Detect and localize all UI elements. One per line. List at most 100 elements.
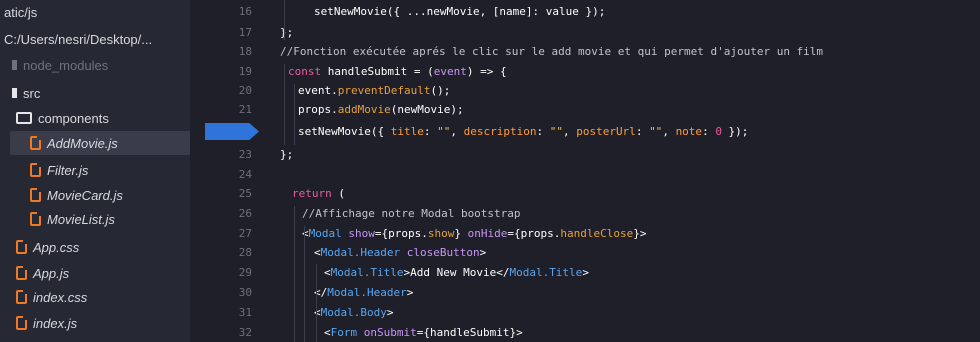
line-number: 31 <box>238 306 252 319</box>
code-token: 0 <box>715 125 722 138</box>
sidebar-item-label: App.css <box>33 239 80 255</box>
sidebar-item[interactable]: src <box>0 81 190 105</box>
line-number: 29 <box>238 266 252 279</box>
indent-guide <box>316 264 317 342</box>
code-line[interactable]: //Fonction exécutée aprés le clic sur le… <box>280 42 823 61</box>
folder-collapse-icon <box>12 60 17 70</box>
indent-guide <box>284 64 285 145</box>
code-line[interactable]: event.preventDefault(); <box>298 81 450 100</box>
sidebar-item[interactable]: components <box>0 106 190 130</box>
code-token: onSubmit <box>363 326 417 339</box>
code-line[interactable]: }; <box>280 23 293 42</box>
sidebar-item[interactable]: atic/js <box>0 0 190 24</box>
code-token: }> <box>633 227 647 240</box>
code-line[interactable]: setNewMovie({ ...newMovie, [name]: value… <box>314 2 605 21</box>
sidebar-item-label: node_modules <box>23 57 109 73</box>
code-token: >Add New Movie</ <box>403 266 510 279</box>
code-token: preventDefault <box>337 84 431 97</box>
code-editor-window: atic/js C:/Users/nesri/Desktop/... node_mo… <box>0 0 980 342</box>
indent-guide <box>294 206 295 342</box>
file-icon <box>30 136 41 150</box>
code-token: }; <box>280 148 294 161</box>
sidebar-item[interactable]: App.css <box>0 235 190 259</box>
sidebar-item-label: components <box>38 110 109 126</box>
code-token: Form <box>330 326 358 339</box>
sidebar-item-label: Filter.js <box>47 162 89 178</box>
line-number: 30 <box>238 286 252 299</box>
code-line[interactable]: setNewMovie({ title: "", description: ""… <box>298 122 748 141</box>
sidebar-item-label: src <box>23 85 41 101</box>
code-token: setNewMovie({ <box>298 125 391 138</box>
indent-guide <box>294 84 295 145</box>
active-line-marker <box>205 123 259 140</box>
code-token: Modal.Header <box>327 286 407 299</box>
folder-icon <box>16 112 32 124</box>
code-token: //Fonction exécutée aprés le clic sur le… <box>280 45 824 58</box>
code-line[interactable]: }; <box>280 145 293 164</box>
code-token: } <box>454 227 468 240</box>
code-line[interactable]: //Affichage notre Modal bootstrap <box>302 204 521 223</box>
code-line[interactable]: const handleSubmit = (event) => { <box>288 62 507 81</box>
code-token: Modal <box>308 227 342 240</box>
code-token: ={props. <box>507 227 561 240</box>
file-icon <box>30 212 41 226</box>
code-token: > <box>479 246 487 259</box>
sidebar-item[interactable]: node_modules <box>0 53 190 77</box>
code-token: const <box>288 65 328 78</box>
line-number: 27 <box>238 227 252 240</box>
file-icon <box>30 188 41 202</box>
line-number: 32 <box>238 326 252 339</box>
indent-guide <box>284 0 285 40</box>
line-number: 25 <box>238 187 252 200</box>
code-token: "" <box>649 125 663 138</box>
code-line[interactable]: <Modal.Title>Add New Movie</Modal.Title> <box>324 263 589 282</box>
line-number: 23 <box>238 148 252 161</box>
code-token: description <box>463 125 537 138</box>
sidebar-item-label: index.css <box>33 289 88 305</box>
code-token: note <box>675 125 703 138</box>
code-line[interactable]: <Modal.Header closeButton> <box>314 243 486 262</box>
code-token: < <box>314 306 321 319</box>
line-number: 16 <box>238 5 252 18</box>
code-token: closeButton <box>406 246 480 259</box>
line-number: 17 <box>238 26 252 39</box>
sidebar-item-label: C:/Users/nesri/Desktop/... <box>4 31 153 47</box>
code-token: , <box>450 125 464 138</box>
code-line[interactable]: return ( <box>292 184 345 203</box>
sidebar-item-label: App.js <box>33 265 70 281</box>
file-icon <box>16 316 27 330</box>
code-token: "" <box>549 125 563 138</box>
sidebar-item[interactable]: MovieCard.js <box>0 183 190 207</box>
code-token: ={handleSubmit}> <box>416 326 523 339</box>
code-line[interactable]: </Modal.Header> <box>314 283 413 302</box>
sidebar-item[interactable]: index.css <box>0 285 190 309</box>
code-line[interactable]: <Modal.Body> <box>314 303 393 322</box>
sidebar-item[interactable]: Filter.js <box>0 158 190 182</box>
code-token: > <box>406 286 414 299</box>
code-token: show <box>427 227 455 240</box>
line-number-gutter: 1617181920212223242526272829303132 <box>190 0 270 342</box>
sidebar-item[interactable]: AddMovie.js <box>10 131 190 155</box>
code-editor[interactable]: setNewMovie({ ...newMovie, [name]: value… <box>270 0 980 342</box>
code-token: , <box>562 125 577 138</box>
code-line[interactable]: props.addMovie(newMovie); <box>298 100 464 119</box>
code-token: = ( <box>407 65 434 78</box>
code-token: Modal.Body <box>320 306 387 319</box>
line-number: 26 <box>238 207 252 220</box>
code-token: return <box>292 187 332 200</box>
line-number: 24 <box>238 168 252 181</box>
sidebar-item[interactable]: MovieList.js <box>0 207 190 231</box>
sidebar-item[interactable]: C:/Users/nesri/Desktop/... <box>0 27 190 51</box>
code-token: posterUrl <box>576 125 636 138</box>
code-token: Modal.Title <box>509 266 583 279</box>
sidebar-item[interactable]: index.js <box>0 311 190 335</box>
file-explorer-sidebar: atic/js C:/Users/nesri/Desktop/... node_mo… <box>0 0 190 342</box>
code-line[interactable]: <Modal show={props.show} onHide={props.h… <box>302 224 646 243</box>
sidebar-item[interactable]: App.js <box>0 261 190 285</box>
code-token: ) => { <box>466 65 507 78</box>
code-token: > <box>386 306 394 319</box>
code-token: : <box>536 125 550 138</box>
line-number: 19 <box>238 65 252 78</box>
code-token: //Affichage notre Modal bootstrap <box>302 207 521 220</box>
code-line[interactable]: <Form onSubmit={handleSubmit}> <box>324 323 523 342</box>
